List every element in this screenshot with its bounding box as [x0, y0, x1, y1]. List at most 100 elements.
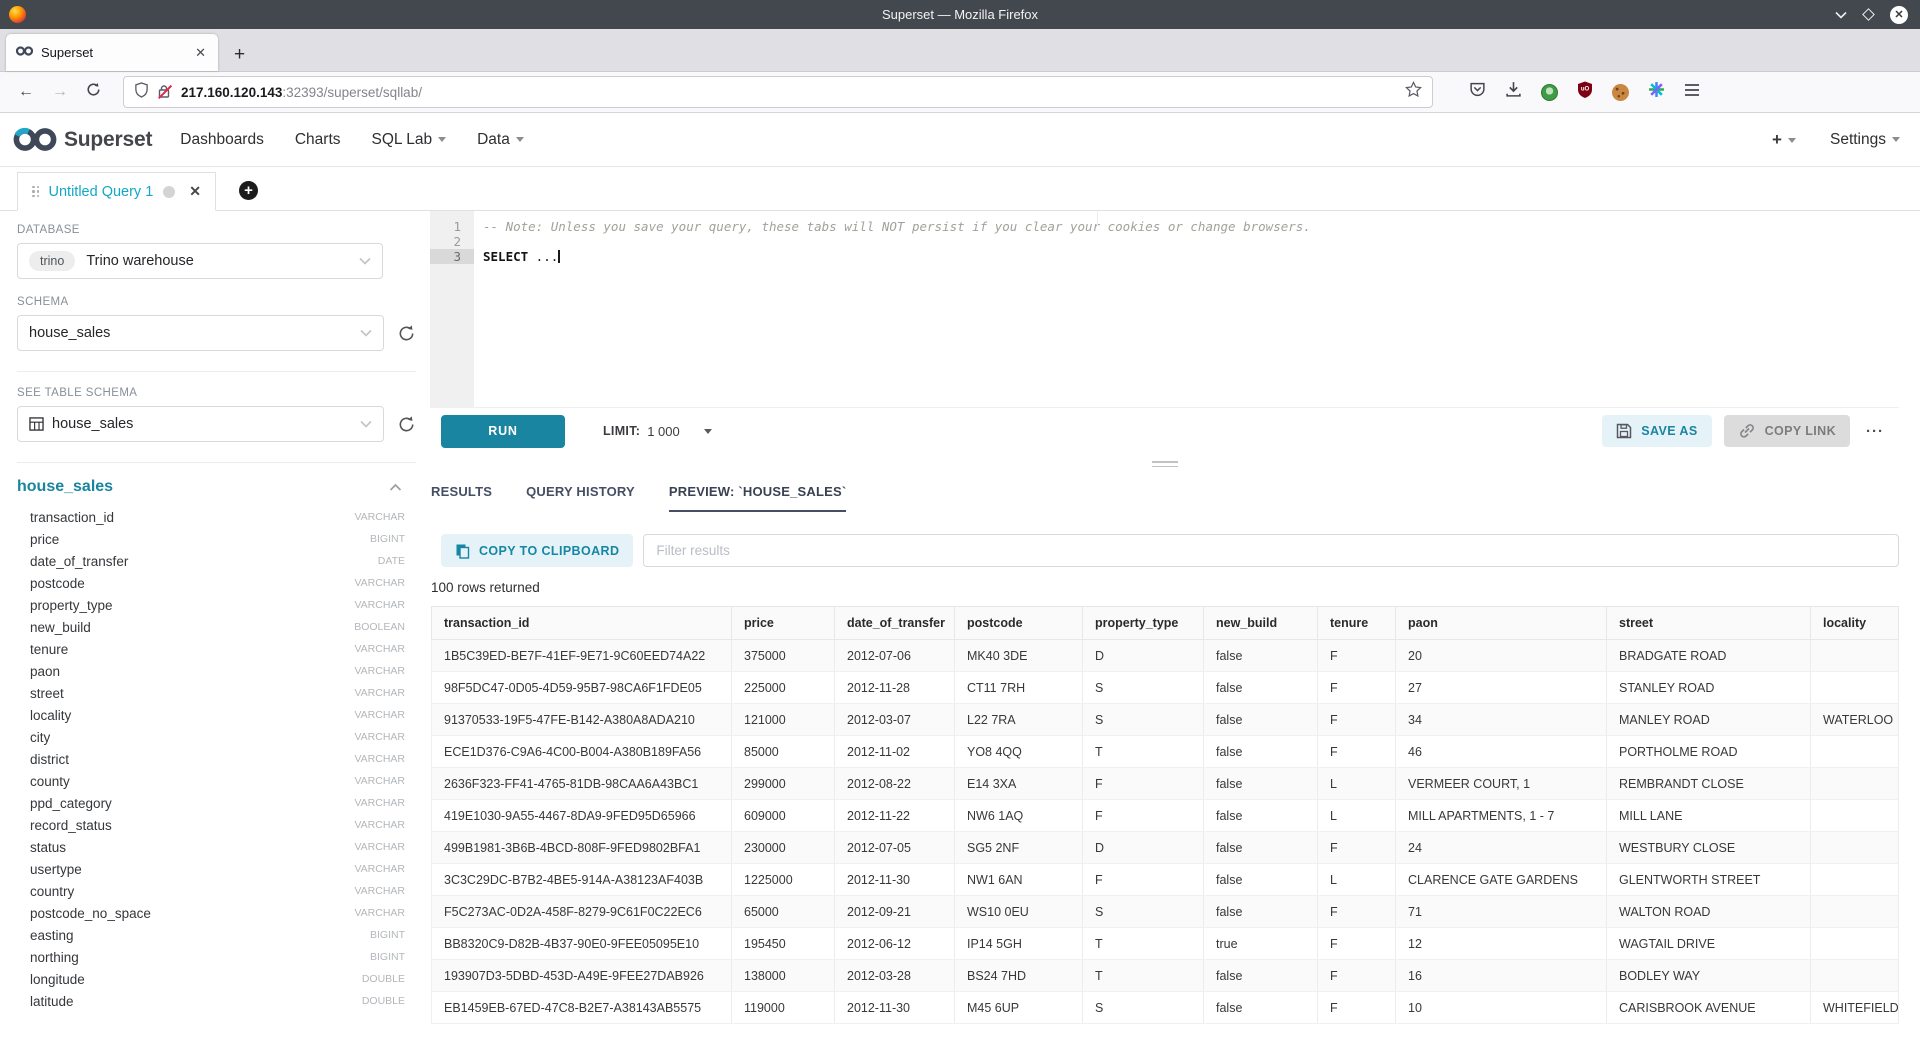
limit-dropdown[interactable]: LIMIT: 1 000	[603, 424, 712, 439]
window-maximize-icon[interactable]	[1862, 8, 1875, 21]
save-icon	[1616, 423, 1632, 439]
table-cell: CT11 7RH	[955, 672, 1083, 704]
table-name-heading[interactable]: house_sales	[17, 478, 389, 496]
column-header-postcode[interactable]: postcode	[955, 607, 1083, 640]
column-type: VARCHAR	[354, 577, 405, 589]
column-header-locality[interactable]: locality	[1811, 607, 1899, 640]
refresh-table-icon[interactable]	[397, 415, 416, 434]
table-grid-icon	[29, 417, 44, 431]
tab-close-icon[interactable]: ✕	[193, 45, 208, 61]
new-tab-button[interactable]: +	[234, 45, 245, 64]
superset-favicon-icon	[16, 44, 33, 62]
table-cell: BB8320C9-D82B-4B37-90E0-9FEE05095E10	[432, 928, 732, 960]
table-cell: S	[1083, 896, 1204, 928]
shield-icon[interactable]	[134, 82, 149, 103]
more-actions-button[interactable]: ···	[1862, 423, 1888, 440]
pocket-icon[interactable]	[1469, 81, 1486, 103]
window-minimize-icon[interactable]	[1835, 11, 1847, 19]
window-title: Superset — Mozilla Firefox	[0, 7, 1920, 22]
table-cell: 65000	[732, 896, 835, 928]
table-cell: S	[1083, 992, 1204, 1024]
column-type: VARCHAR	[354, 709, 405, 721]
copy-to-clipboard-button[interactable]: COPY TO CLIPBOARD	[441, 534, 633, 567]
table-cell: 609000	[732, 800, 835, 832]
table-cell: 2012-03-07	[835, 704, 955, 736]
column-header-date_of_transfer[interactable]: date_of_transfer	[835, 607, 955, 640]
column-header-tenure[interactable]: tenure	[1318, 607, 1396, 640]
tab-preview-house-sales[interactable]: PREVIEW: `HOUSE_SALES`	[669, 484, 847, 512]
nav-item-charts[interactable]: Charts	[295, 131, 341, 149]
reload-icon[interactable]	[86, 82, 101, 102]
table-cell	[1811, 672, 1899, 704]
column-type: VARCHAR	[354, 863, 405, 875]
column-header-transaction_id[interactable]: transaction_id	[432, 607, 732, 640]
column-header-price[interactable]: price	[732, 607, 835, 640]
query-tab-untitled-query-1[interactable]: Untitled Query 1 ✕	[17, 172, 216, 211]
lock-crossed-icon[interactable]	[157, 84, 173, 100]
table-cell: F	[1318, 832, 1396, 864]
column-name: record_status	[30, 818, 354, 833]
table-cell: D	[1083, 832, 1204, 864]
schema-select[interactable]: house_sales	[17, 315, 384, 351]
column-header-property_type[interactable]: property_type	[1083, 607, 1204, 640]
run-button[interactable]: RUN	[441, 415, 565, 448]
tab-results[interactable]: RESULTS	[431, 484, 492, 512]
table-cell: 119000	[732, 992, 835, 1024]
pinwheel-icon[interactable]	[1648, 81, 1665, 103]
column-header-new_build[interactable]: new_build	[1204, 607, 1318, 640]
table-cell: false	[1204, 704, 1318, 736]
database-select[interactable]: trino Trino warehouse	[17, 243, 383, 279]
menu-icon[interactable]	[1684, 83, 1700, 102]
editor-code[interactable]: -- Note: Unless you save your query, the…	[474, 211, 1899, 407]
forward-icon[interactable]: →	[52, 83, 68, 101]
column-header-street[interactable]: street	[1607, 607, 1811, 640]
table-cell: 1B5C39ED-BE7F-41EF-9E71-9C60EED74A22	[432, 640, 732, 672]
column-name: district	[30, 752, 354, 767]
pane-resize-handle[interactable]	[430, 454, 1899, 474]
table-cell: 299000	[732, 768, 835, 800]
nav-item-dashboards[interactable]: Dashboards	[180, 131, 264, 149]
collapse-chevron-icon[interactable]	[389, 483, 402, 492]
add-query-tab-button[interactable]: +	[239, 181, 258, 200]
download-icon[interactable]	[1505, 81, 1522, 103]
column-name: date_of_transfer	[30, 554, 378, 569]
nav-item-sql-lab[interactable]: SQL Lab	[372, 131, 447, 149]
editor-toolbar: RUN LIMIT: 1 000 SAVE AS COPY LINK ···	[430, 408, 1899, 454]
query-tab-bar: Untitled Query 1 ✕ +	[0, 167, 1920, 211]
url-text: 217.160.120.143:32393/superset/sqllab/	[181, 85, 1405, 100]
bookmark-star-icon[interactable]	[1405, 81, 1422, 103]
filter-results-input[interactable]	[643, 534, 1899, 567]
add-new-button[interactable]: +	[1772, 130, 1796, 150]
nav-item-data[interactable]: Data	[477, 131, 524, 149]
sqllab-sidebar: DATABASE trino Trino warehouse SCHEMA ho…	[0, 211, 430, 1037]
ublock-icon[interactable]: uO	[1577, 81, 1593, 103]
table-row: 193907D3-5DBD-453D-A49E-9FEE27DAB9261380…	[432, 960, 1899, 992]
cookie-icon[interactable]	[1612, 84, 1629, 101]
settings-menu[interactable]: Settings	[1830, 131, 1900, 149]
table-cell: 2012-07-06	[835, 640, 955, 672]
table-cell: WAGTAIL DRIVE	[1607, 928, 1811, 960]
badger-icon[interactable]	[1541, 84, 1558, 101]
sql-editor[interactable]: 1 2 3 -- Note: Unless you save your quer…	[430, 211, 1899, 408]
query-tab-label: Untitled Query 1	[49, 184, 154, 200]
save-as-button[interactable]: SAVE AS	[1602, 415, 1711, 447]
table-cell: F	[1083, 864, 1204, 896]
column-header-paon[interactable]: paon	[1396, 607, 1607, 640]
window-close-icon[interactable]: ✕	[1890, 6, 1908, 24]
table-select[interactable]: house_sales	[17, 406, 384, 442]
copy-link-button[interactable]: COPY LINK	[1724, 415, 1850, 447]
close-query-tab-icon[interactable]: ✕	[189, 183, 201, 200]
table-cell: false	[1204, 672, 1318, 704]
refresh-schema-icon[interactable]	[397, 324, 416, 343]
table-cell: SG5 2NF	[955, 832, 1083, 864]
browser-tab[interactable]: Superset ✕	[6, 34, 218, 71]
drag-handle-icon[interactable]	[32, 186, 40, 198]
url-bar[interactable]: 217.160.120.143:32393/superset/sqllab/	[123, 76, 1433, 108]
column-type: VARCHAR	[354, 599, 405, 611]
row-count: 100 rows returned	[431, 580, 1899, 595]
back-icon[interactable]: ←	[18, 83, 34, 101]
superset-logo[interactable]: Superset	[12, 125, 152, 154]
table-cell: STANLEY ROAD	[1607, 672, 1811, 704]
column-type: VARCHAR	[354, 753, 405, 765]
tab-query-history[interactable]: QUERY HISTORY	[526, 484, 635, 512]
